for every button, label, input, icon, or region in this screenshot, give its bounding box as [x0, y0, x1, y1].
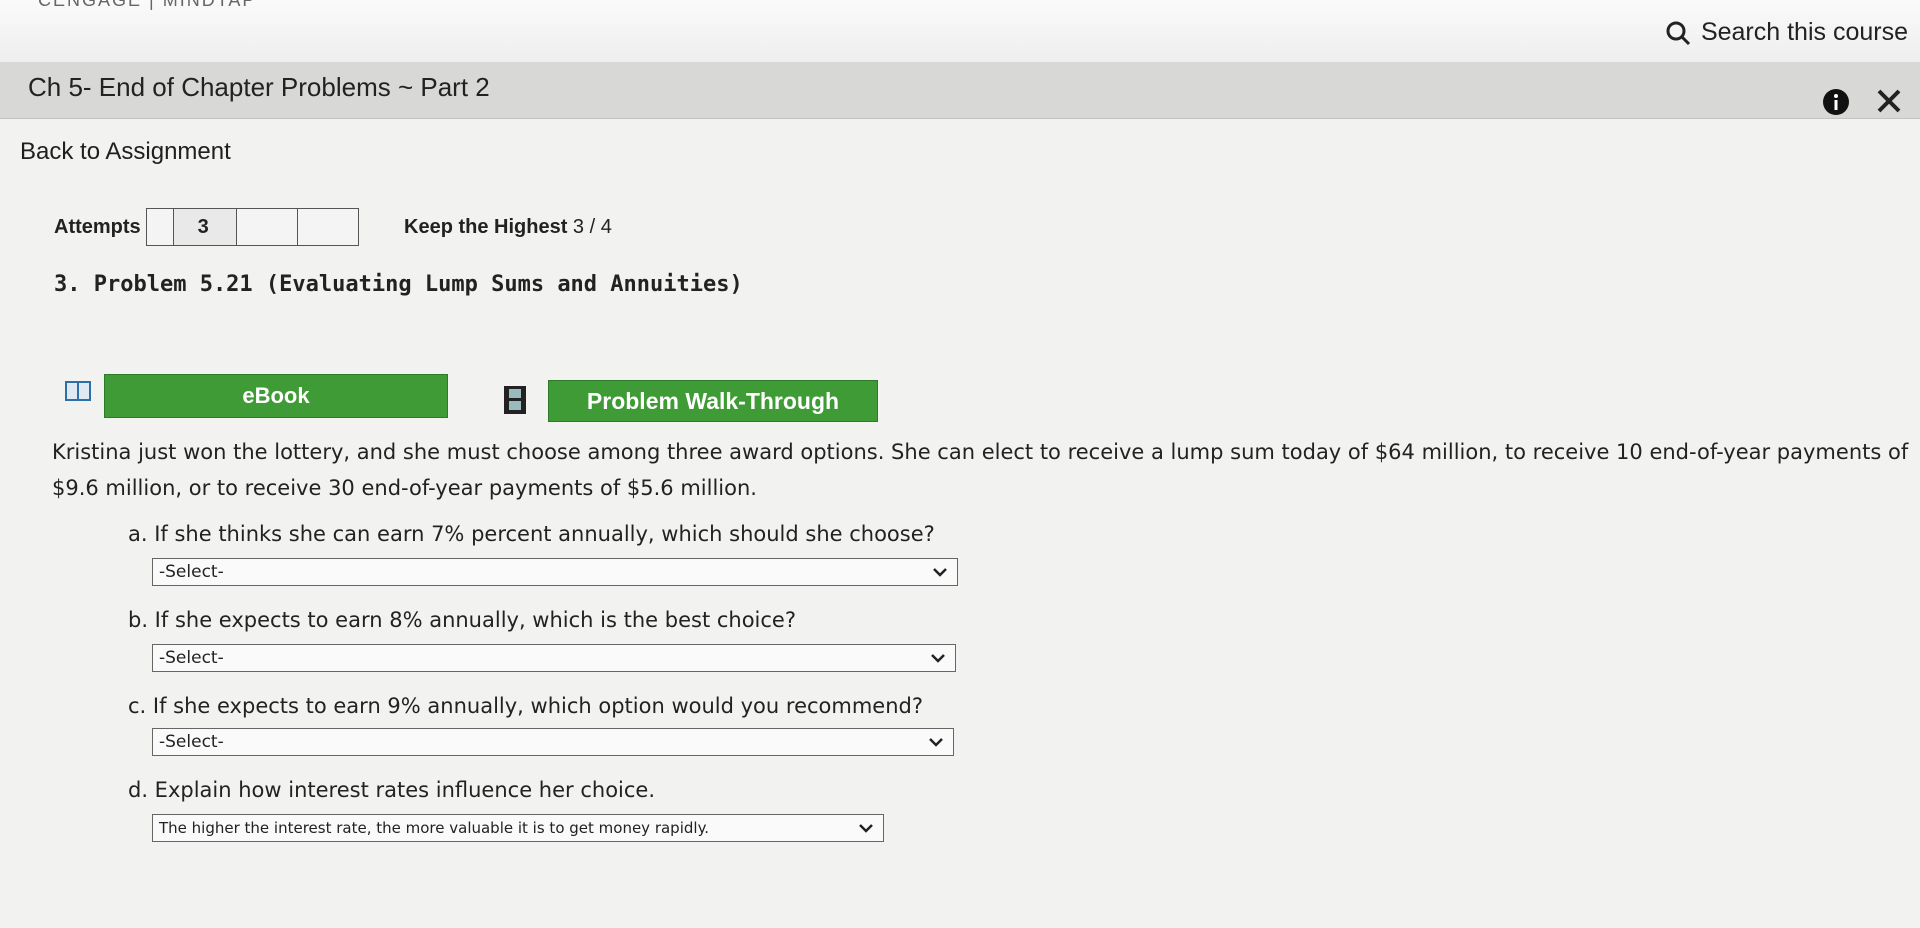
chevron-down-icon [859, 824, 873, 833]
assignment-title-bar: Ch 5- End of Chapter Problems ~ Part 2 [0, 62, 1920, 119]
info-icon[interactable] [1822, 88, 1850, 116]
attempts-label: Attempts [54, 215, 141, 238]
keep-highest-label: Keep the Highest [404, 216, 568, 238]
page-title: Ch 5- End of Chapter Problems ~ Part 2 [28, 72, 490, 102]
part-d-select[interactable]: The higher the interest rate, the more v… [152, 814, 884, 842]
back-to-assignment-link[interactable]: Back to Assignment [20, 138, 231, 166]
part-c-select[interactable]: -Select- [152, 728, 954, 756]
problem-walkthrough-button[interactable]: Problem Walk-Through [548, 380, 878, 422]
keep-highest-score: Keep the Highest 3 / 4 [404, 216, 612, 239]
brand-logo: CENGAGE | MINDTAP [38, 0, 257, 10]
part-b-select[interactable]: -Select- [152, 644, 956, 672]
part-a-select[interactable]: -Select- [152, 558, 958, 586]
select-value: -Select- [159, 648, 224, 668]
problem-title: 3. Problem 5.21 (Evaluating Lump Sums an… [54, 272, 743, 297]
chevron-down-icon [931, 654, 945, 663]
attempt-box [235, 208, 298, 246]
ebook-button[interactable]: eBook [104, 374, 448, 418]
question-part-a: a. If she thinks she can earn 7% percent… [128, 522, 935, 546]
close-icon[interactable] [1874, 86, 1904, 116]
score-value: 3 / 4 [572, 216, 612, 238]
question-part-b: b. If she expects to earn 8% annually, w… [128, 608, 797, 632]
select-value: The higher the interest rate, the more v… [159, 819, 710, 837]
problem-text: Kristina just won the lottery, and she m… [52, 440, 1909, 500]
attempts-tracker: Attempts 3 [54, 208, 359, 246]
course-search[interactable]: Search this course [1665, 18, 1908, 47]
question-part-c: c. If she expects to earn 9% annually, w… [128, 694, 923, 718]
chevron-down-icon [933, 568, 947, 577]
select-value: -Select- [159, 562, 224, 582]
select-value: -Select- [159, 732, 224, 752]
attempt-box [296, 208, 359, 246]
book-icon [65, 381, 91, 401]
attempt-box [145, 208, 174, 246]
chevron-down-icon [929, 738, 943, 747]
top-header-bar: CENGAGE | MINDTAP Search this course [0, 0, 1920, 63]
question-part-d: d. Explain how interest rates influence … [128, 778, 656, 802]
search-icon [1666, 21, 1691, 45]
attempt-count: 3 [172, 208, 237, 246]
search-label[interactable]: Search this course [1701, 18, 1908, 47]
film-icon [504, 386, 526, 414]
